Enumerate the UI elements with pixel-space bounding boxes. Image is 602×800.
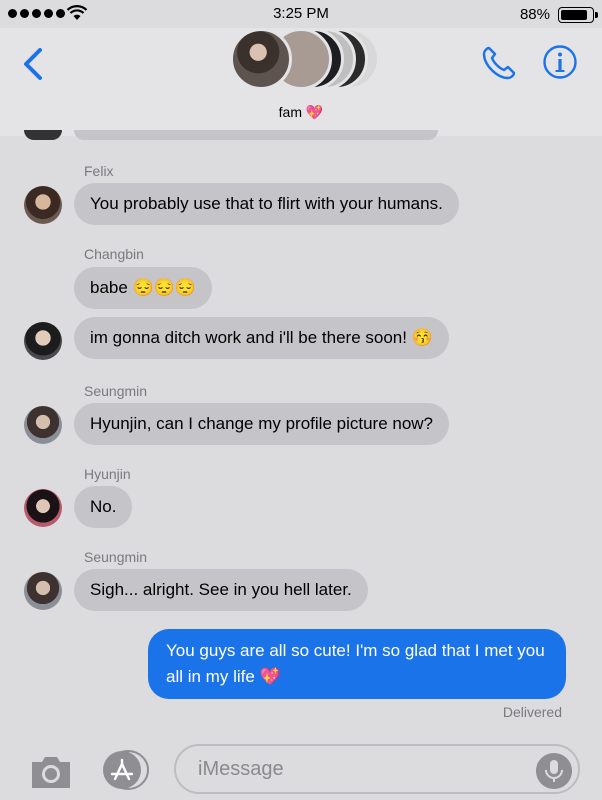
camera-icon[interactable]	[28, 752, 74, 792]
microphone-icon[interactable]	[536, 753, 572, 789]
message-thread: Felix You probably use that to flirt wit…	[0, 130, 602, 736]
avatar	[230, 28, 292, 90]
message-input[interactable]	[174, 744, 580, 794]
message-bubble: Hyunjin, can I change my profile picture…	[74, 403, 450, 445]
message-bubble: Sigh... alright. See in you hell later.	[74, 569, 368, 611]
message-bubble	[74, 130, 438, 140]
avatar	[24, 186, 62, 224]
sender-name: Seungmin	[84, 383, 148, 399]
message-bubble: babe 😔😔😔	[74, 267, 213, 309]
outgoing-message-bubble: You guys are all so cute! I'm so glad th…	[148, 629, 566, 699]
delivery-status: Delivered	[502, 704, 562, 720]
battery-icon	[558, 7, 594, 23]
avatar	[24, 489, 62, 527]
group-avatars[interactable]	[230, 28, 380, 94]
message-bubble: No.	[74, 486, 133, 528]
avatar	[24, 322, 62, 360]
status-time: 3:25 PM	[273, 5, 329, 22]
status-bar: 3:25 PM 88%	[0, 0, 602, 28]
sender-name: Seungmin	[84, 549, 148, 565]
sender-name: Hyunjin	[84, 466, 131, 482]
info-icon[interactable]	[542, 44, 578, 80]
avatar	[24, 130, 62, 140]
battery-nub	[595, 12, 598, 18]
message-bubble: im gonna ditch work and i'll be there so…	[74, 317, 449, 359]
message-bubble: You probably use that to flirt with your…	[74, 183, 459, 225]
compose-bar	[0, 736, 602, 800]
group-name[interactable]: fam 💖	[0, 104, 602, 121]
avatar	[24, 572, 62, 610]
sender-name: Felix	[84, 163, 114, 179]
avatar	[24, 406, 62, 444]
sender-name: Changbin	[84, 246, 144, 262]
app-store-icon[interactable]	[100, 750, 152, 790]
back-button[interactable]	[18, 44, 48, 84]
battery-percentage: 88%	[519, 6, 550, 23]
conversation-header: fam 💖	[0, 28, 602, 136]
phone-icon[interactable]	[480, 44, 518, 82]
